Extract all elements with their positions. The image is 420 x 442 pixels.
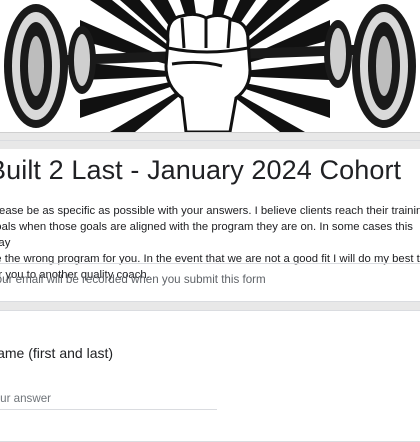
header-banner: [0, 0, 420, 133]
card-top-accent: [0, 141, 420, 149]
form-title-card: Built 2 Last - January 2024 Cohort Pleas…: [0, 140, 420, 302]
email-recorded-notice: Your email will be recorded when you sub…: [0, 273, 266, 286]
divider: [0, 263, 420, 264]
form-title: Built 2 Last - January 2024 Cohort: [0, 155, 402, 185]
question-label: Name (first and last): [0, 345, 114, 361]
name-answer-input[interactable]: [0, 387, 217, 410]
question-card-name: Name (first and last): [0, 310, 420, 442]
fist-barbell-banner-image: [0, 0, 420, 132]
form-description: Please be as specific as possible with y…: [0, 205, 420, 281]
